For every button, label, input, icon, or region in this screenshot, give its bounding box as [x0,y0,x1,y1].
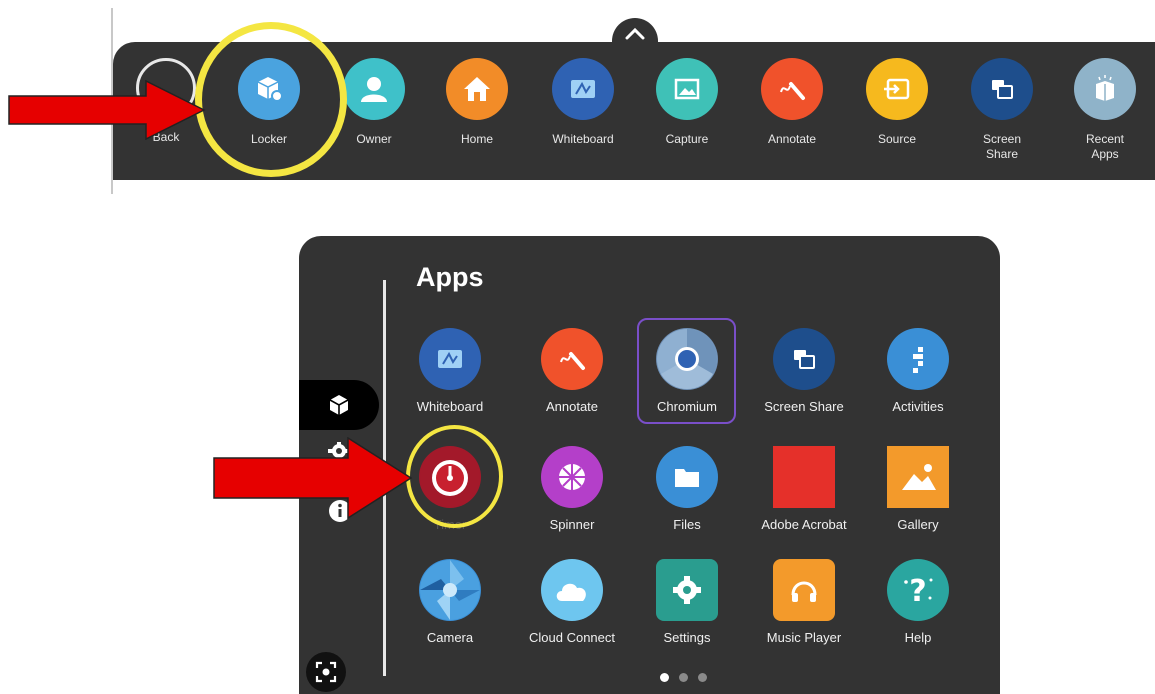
timer-icon [419,446,481,508]
page-dot[interactable] [698,673,707,682]
locker-icon [238,58,300,120]
toolbar-label: Capture [665,132,709,146]
app-chromium[interactable]: Chromium [632,328,742,414]
app-spinner[interactable]: Spinner [517,446,627,532]
toolbar-label: Home [460,132,493,146]
arrow-right-icon [8,80,206,140]
screen-share-icon [773,328,835,390]
app-label: Gallery [897,517,939,532]
source-icon [866,58,928,120]
toolbar-recent-apps-button[interactable]: Recent Apps [1058,58,1152,178]
app-label: Cloud Connect [529,630,615,645]
activities-icon [887,328,949,390]
toolbar-label: Source [877,132,917,146]
toolbar-owner-button[interactable]: Owner [327,58,421,178]
app-label: Whiteboard [416,399,484,414]
screen-capture-button[interactable] [306,652,346,692]
app-whiteboard[interactable]: Whiteboard [395,328,505,414]
svg-text:?: ? [909,574,926,609]
app-annotate[interactable]: Annotate [517,328,627,414]
toolbar-source-button[interactable]: Source [850,58,944,178]
app-camera[interactable]: Camera [395,559,505,645]
app-label: Timer [433,517,467,532]
toolbar-capture-button[interactable]: Capture [640,58,734,178]
app-files[interactable]: Files [632,446,742,532]
help-icon: ? [887,559,949,621]
app-label: Files [673,517,701,532]
page-dot-active[interactable] [660,673,669,682]
toolbar-label: Recent Apps [1085,132,1125,161]
app-label: Camera [426,630,474,645]
app-settings[interactable]: Settings [632,559,742,645]
app-cloud-connect[interactable]: Cloud Connect [517,559,627,645]
app-label: Spinner [549,517,595,532]
camera-icon [419,559,481,621]
app-label: Adobe Acrobat [761,517,847,532]
recent-apps-icon [1074,58,1136,120]
whiteboard-icon [419,328,481,390]
annotate-icon [761,58,823,120]
owner-icon [343,58,405,120]
settings-icon [656,559,718,621]
app-label: Help [904,630,932,645]
toolbar-locker-button[interactable]: Locker [222,58,316,178]
chevron-up-icon [625,27,645,40]
apps-title: Apps [416,262,484,292]
home-icon [446,58,508,120]
app-label: Settings [663,630,711,645]
app-label: Activities [892,399,944,414]
page-dot[interactable] [679,673,688,682]
cube-icon [326,392,352,418]
capture-icon [656,58,718,120]
app-label: Chromium [657,399,717,414]
arrow-right-icon [213,437,413,519]
whiteboard-icon [552,58,614,120]
lens-scan-icon [315,661,337,683]
app-label: Annotate [545,399,599,414]
toolbar-label: Owner [356,132,392,146]
app-screen-share[interactable]: Screen Share [749,328,859,414]
app-activities[interactable]: Activities [863,328,973,414]
toolbar-screen-share-button[interactable]: Screen Share [955,58,1049,178]
toolbar-label: Screen Share [982,132,1022,161]
toolbar-home-button[interactable]: Home [430,58,524,178]
app-adobe-acrobat[interactable]: Adobe Acrobat [749,446,859,532]
toolbar-label: Whiteboard [552,132,614,146]
chromium-icon [656,328,718,390]
gallery-icon [887,446,949,508]
spinner-icon [541,446,603,508]
app-gallery[interactable]: Gallery [863,446,973,532]
acrobat-icon [773,446,835,508]
toolbar-label: Annotate [767,132,817,146]
toolbar-whiteboard-button[interactable]: Whiteboard [536,58,630,178]
app-music-player[interactable]: Music Player [749,559,859,645]
screen-share-icon [971,58,1033,120]
app-label: Music Player [766,630,842,645]
folder-icon [656,446,718,508]
pagination-dots [660,673,707,682]
cloud-icon [541,559,603,621]
app-help[interactable]: ? Help [863,559,973,645]
app-label: Screen Share [764,399,844,414]
headphones-icon [773,559,835,621]
toolbar-annotate-button[interactable]: Annotate [745,58,839,178]
toolbar-label: Locker [250,132,288,146]
annotate-icon [541,328,603,390]
